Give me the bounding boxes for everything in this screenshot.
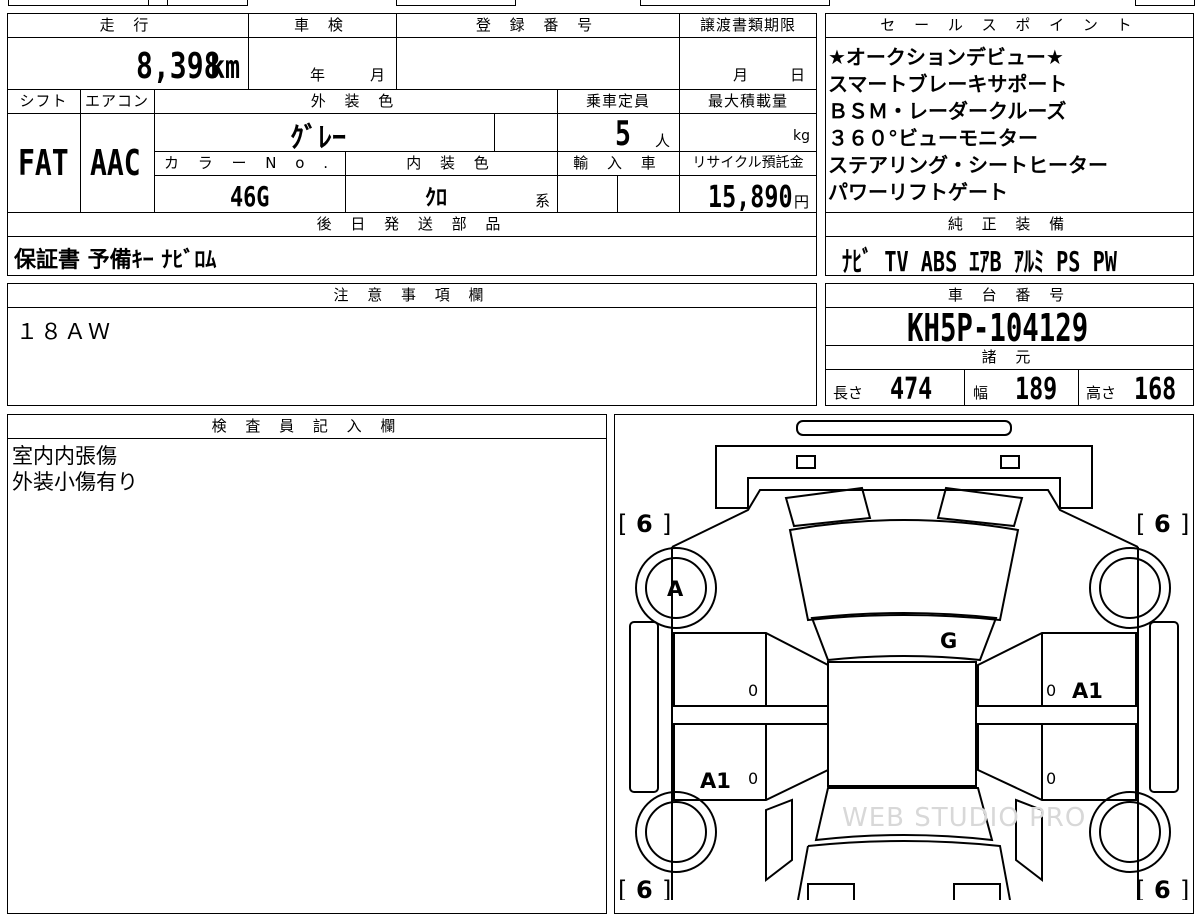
damage-mark-right-front-door: A1 <box>1072 679 1103 703</box>
tire-fl-value: 6 <box>636 510 653 538</box>
inspector-note-line: 外装小傷有り <box>12 470 138 494</box>
length-value: 474 <box>890 372 933 407</box>
recycle-fee-value: 15,890 <box>708 180 793 215</box>
mileage-unit: km <box>210 48 241 86</box>
car-body-outline <box>671 489 1139 548</box>
tire-bracket-open: [ <box>618 876 627 900</box>
roof-center-part <box>827 661 977 787</box>
inspection-month-unit: 月 <box>370 66 386 84</box>
sales-point-item: ＢＳＭ・レーダークルーズ <box>828 99 1067 123</box>
factory-equipment-value: ﾅﾋﾞ TV ABS ｴｱB ｱﾙﾐ PS PW <box>842 245 1117 278</box>
chassis-header: 車 台 番 号 <box>947 286 1072 304</box>
damage-mark-front-left: A <box>667 577 684 601</box>
color-no-value: 46G <box>230 180 270 213</box>
sales-point-item: パワーリフトゲート <box>828 180 1008 204</box>
panel-zero-mark: 0 <box>748 769 758 788</box>
sales-point-item: ステアリング・シートヒーター <box>828 153 1108 177</box>
chassis-number: KH5P-104129 <box>907 306 1089 350</box>
exterior-color-value: ｸﾞﾚｰ <box>290 121 347 154</box>
height-label: 高さ <box>1086 384 1117 402</box>
height-value: 168 <box>1134 372 1177 407</box>
sales-point-item: ★オークションデビュー★ <box>828 45 1064 69</box>
roof-part <box>810 612 998 662</box>
max-load-unit: kg <box>793 128 810 144</box>
capacity-header: 乗車定員 <box>585 92 650 110</box>
top-strip-cell <box>396 0 516 6</box>
left-rear-door-part <box>673 723 829 801</box>
tire-bracket-open: [ <box>618 510 627 538</box>
tire-bracket-open: [ <box>1136 876 1145 900</box>
rear-left-wheel-part <box>635 791 717 873</box>
length-label: 長さ <box>833 384 864 402</box>
recycle-header: リサイクル預託金 <box>692 155 804 171</box>
top-strip-cell <box>148 0 248 6</box>
aircon-value: AAC <box>90 143 141 184</box>
notes-value: １８ＡＷ <box>16 320 113 345</box>
interior-color-value: ｸﾛ <box>425 186 448 211</box>
top-strip-cell <box>640 0 830 6</box>
right-front-door-part <box>977 632 1137 707</box>
top-strip-cell <box>8 0 168 6</box>
sales-point-item: スマートブレーキサポート <box>828 72 1068 96</box>
tire-bracket-close: ] <box>1180 876 1189 900</box>
damage-mark-windshield: G <box>940 629 957 653</box>
transfer-day-unit: 日 <box>790 66 806 84</box>
transfer-month-unit: 月 <box>733 66 749 84</box>
rear-right-wheel-part <box>1089 791 1171 873</box>
aircon-header: エアコン <box>84 92 149 110</box>
width-label: 幅 <box>973 384 989 402</box>
later-parts-value: 保証書 予備ｷｰ ﾅﾋﾞﾛﾑ <box>14 248 217 273</box>
max-load-header: 最大積載量 <box>707 92 788 110</box>
inspection-header: 車 検 <box>294 16 350 34</box>
tire-bracket-close: ] <box>662 876 671 900</box>
factory-equipment-header: 純 正 装 備 <box>947 215 1072 233</box>
exterior-color-header: 外 装 色 <box>310 92 401 110</box>
sales-points-list: ★オークションデビュー★ スマートブレーキサポート ＢＳＭ・レーダークルーズ ３… <box>828 44 1190 206</box>
capacity-value: 5 <box>615 114 631 154</box>
hood-part <box>715 445 1093 509</box>
panel-zero-mark: 0 <box>748 681 758 700</box>
specs-header: 諸 元 <box>981 348 1038 366</box>
shift-header: シフト <box>19 92 68 110</box>
car-damage-diagram: [ 6 ] [ 6 ] [ 6 ] [ 6 ] A G A1 A1 0 0 0 … <box>618 420 1189 900</box>
interior-color-suffix: 系 <box>535 192 551 210</box>
front-right-wheel-part <box>1089 547 1171 629</box>
registration-header: 登 録 番 号 <box>475 16 600 34</box>
sales-point-item: ３６０°ビューモニター <box>828 126 1038 150</box>
panel-zero-mark: 0 <box>1046 769 1056 788</box>
front-bumper-part <box>796 420 1012 436</box>
notes-header: 注 意 事 項 欄 <box>333 286 491 304</box>
top-strip-cell <box>1135 0 1195 6</box>
right-rear-door-part <box>977 723 1137 801</box>
inspector-notes-header: 検 査 員 記 入 欄 <box>211 417 403 435</box>
watermark: WEB STUDIO PRO <box>842 803 1086 833</box>
panel-zero-mark: 0 <box>1046 681 1056 700</box>
width-value: 189 <box>1015 372 1058 407</box>
damage-mark-left-rear-door: A1 <box>700 769 731 793</box>
transfer-deadline-header: 譲渡書類期限 <box>699 16 796 34</box>
color-no-header: カ ラ ー N o . <box>163 154 335 172</box>
tire-fr-value: 6 <box>1154 510 1171 538</box>
capacity-unit: 人 <box>655 132 671 150</box>
tire-bracket-close: ] <box>662 510 671 538</box>
inspection-year-unit: 年 <box>310 66 326 84</box>
shift-value: FAT <box>18 143 69 184</box>
mileage-value: 8,398 <box>136 46 221 87</box>
windshield-part <box>788 519 1020 622</box>
interior-color-header: 内 装 色 <box>406 154 496 172</box>
later-parts-header: 後 日 発 送 部 品 <box>316 215 508 233</box>
import-header: 輸 入 車 <box>573 154 663 172</box>
tire-bracket-close: ] <box>1180 510 1189 538</box>
tire-bracket-open: [ <box>1136 510 1145 538</box>
tire-rl-value: 6 <box>636 876 653 900</box>
tire-rr-value: 6 <box>1154 876 1171 900</box>
recycle-fee-unit: 円 <box>794 193 810 211</box>
mileage-header: 走 行 <box>99 16 156 34</box>
sales-points-header: セ ー ル ス ポ イ ン ト <box>880 16 1139 34</box>
